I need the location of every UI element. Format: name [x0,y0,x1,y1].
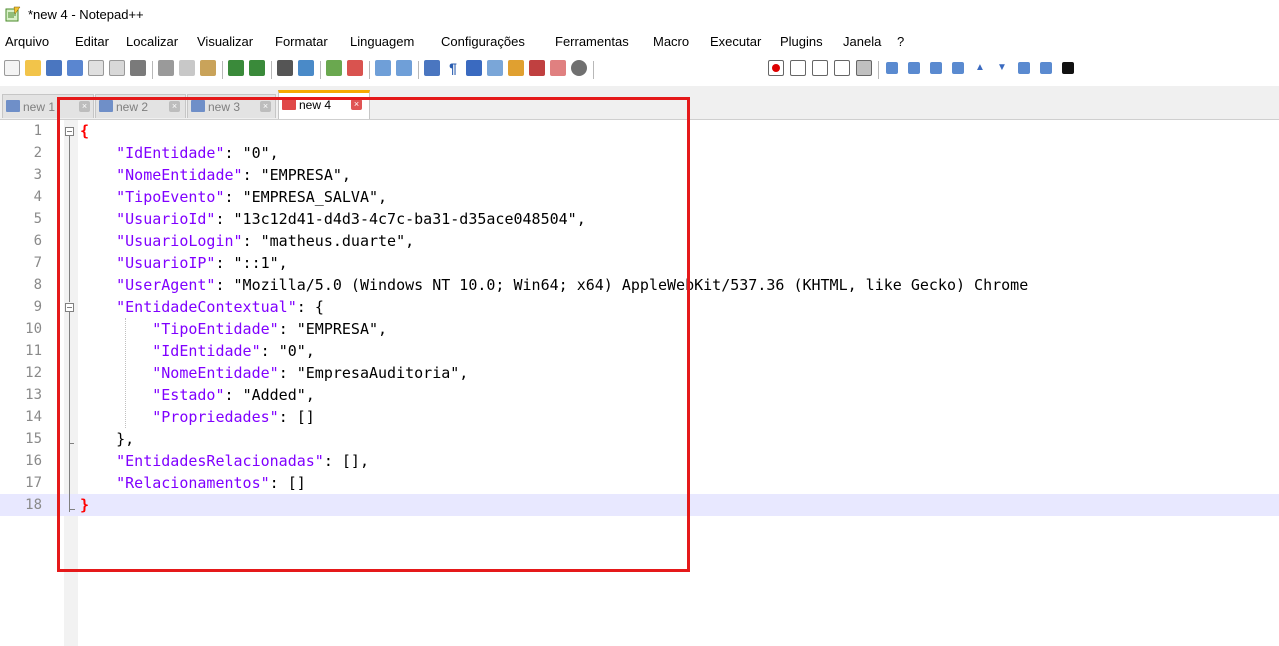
show-all-characters-icon[interactable]: ¶ [445,60,461,76]
zoom-in-icon[interactable] [326,60,342,76]
plugin-button-icon[interactable] [1040,62,1052,74]
line-number: 9 [33,299,42,315]
toolbar-separator [271,61,272,79]
line-number: 4 [33,189,42,205]
line-number: 5 [33,211,42,227]
menu-macro[interactable]: Macro [653,34,689,49]
replace-icon[interactable] [298,60,314,76]
line-number: 12 [25,365,42,381]
menu-linguagem[interactable]: Linguagem [350,34,414,49]
move-up-icon[interactable]: ▲ [974,62,986,74]
menu-visualizar[interactable]: Visualizar [197,34,253,49]
word-wrap-icon[interactable] [424,60,440,76]
document-map-icon[interactable] [508,60,524,76]
saved-file-icon [6,100,20,112]
sync-horizontal-icon[interactable] [396,60,412,76]
folder-workspace-icon[interactable] [550,60,566,76]
annotation-highlight-box [57,97,690,572]
user-language-icon[interactable] [487,60,503,76]
plugin-button-icon[interactable] [952,62,964,74]
line-number: 15 [25,431,42,447]
playback-macro-icon[interactable] [812,60,828,76]
cut-icon[interactable] [158,60,174,76]
menu-bar: Arquivo Editar Localizar Visualizar Form… [0,34,1279,54]
toolbar-separator [152,61,153,79]
undo-icon[interactable] [228,60,244,76]
line-number: 17 [25,475,42,491]
window-title: *new 4 - Notepad++ [28,7,144,22]
menu-arquivo[interactable]: Arquivo [5,34,49,49]
line-number: 11 [25,343,42,359]
open-file-icon[interactable] [25,60,41,76]
sync-vertical-icon[interactable] [375,60,391,76]
title-bar: *new 4 - Notepad++ [0,0,1279,30]
line-number: 1 [33,123,42,139]
move-down-icon[interactable]: ▼ [996,62,1008,74]
run-macro-multiple-icon[interactable] [834,60,850,76]
menu-janela[interactable]: Janela [843,34,881,49]
line-number: 16 [25,453,42,469]
function-list-icon[interactable] [529,60,545,76]
find-icon[interactable] [277,60,293,76]
line-number: 14 [25,409,42,425]
menu-editar[interactable]: Editar [75,34,109,49]
save-macro-icon[interactable] [856,60,872,76]
tab-label: new 1 [23,100,56,114]
plugin-button-icon[interactable] [930,62,942,74]
close-file-icon[interactable] [88,60,104,76]
print-icon[interactable] [130,60,146,76]
line-number: 6 [33,233,42,249]
save-all-icon[interactable] [67,60,83,76]
line-number: 10 [25,321,42,337]
line-number: 2 [33,145,42,161]
paste-icon[interactable] [200,60,216,76]
indent-guide-icon[interactable] [466,60,482,76]
toolbar-separator [878,61,879,79]
stop-recording-icon[interactable] [790,60,806,76]
notepad-plus-plus-icon [5,6,21,22]
toolbar: ¶ ▲ ▼ [0,58,1279,84]
toolbar-separator [593,61,594,79]
toolbar-separator [418,61,419,79]
toolbar-separator [369,61,370,79]
toolbar-separator [320,61,321,79]
redo-icon[interactable] [249,60,265,76]
line-number: 18 [25,497,42,513]
monitoring-icon[interactable] [571,60,587,76]
toolbar-separator [222,61,223,79]
save-icon[interactable] [46,60,62,76]
copy-icon[interactable] [179,60,195,76]
line-number: 3 [33,167,42,183]
new-file-icon[interactable] [4,60,20,76]
plugin-button-icon[interactable] [908,62,920,74]
menu-configuracoes[interactable]: Configurações [441,34,525,49]
plugin-button-icon[interactable] [1062,62,1074,74]
menu-help[interactable]: ? [897,34,904,49]
menu-localizar[interactable]: Localizar [126,34,178,49]
plugin-button-icon[interactable] [886,62,898,74]
zoom-out-icon[interactable] [347,60,363,76]
close-all-icon[interactable] [109,60,125,76]
line-number: 7 [33,255,42,271]
menu-plugins[interactable]: Plugins [780,34,823,49]
menu-formatar[interactable]: Formatar [275,34,328,49]
menu-executar[interactable]: Executar [710,34,761,49]
menu-ferramentas[interactable]: Ferramentas [555,34,629,49]
plugin-button-icon[interactable] [1018,62,1030,74]
line-number: 13 [25,387,42,403]
record-macro-icon[interactable] [768,60,784,76]
line-number: 8 [33,277,42,293]
